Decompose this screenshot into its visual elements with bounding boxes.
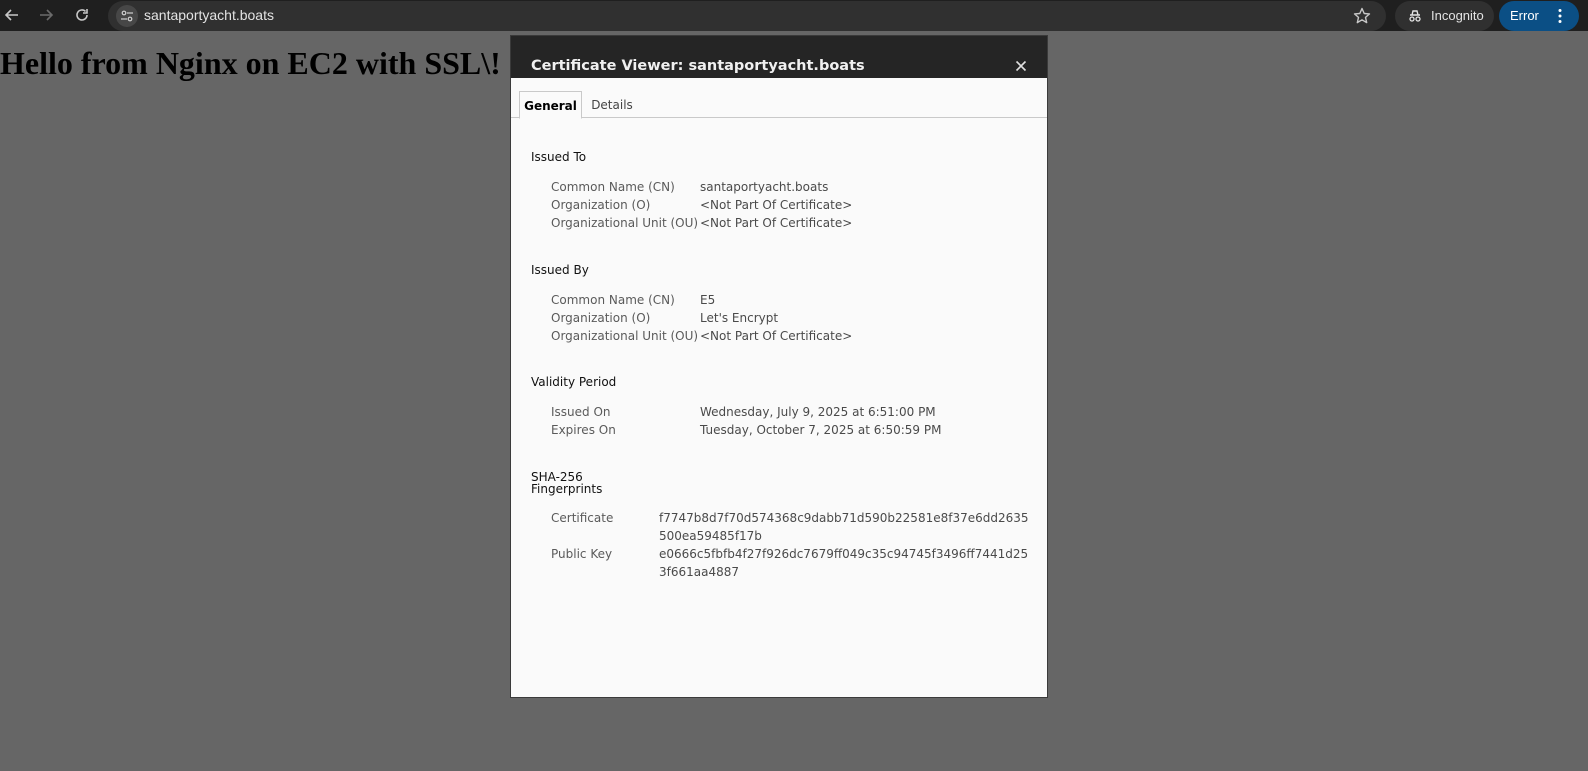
fingerprints-heading-line2: Fingerprints	[531, 482, 603, 496]
issued-to-heading: Issued To	[531, 150, 587, 164]
validity-heading: Validity Period	[531, 375, 617, 389]
issued-to-o-value: <Not Part Of Certificate>	[700, 198, 853, 212]
issued-by-cn-label: Common Name (CN)	[551, 293, 675, 307]
issued-on-value: Wednesday, July 9, 2025 at 6:51:00 PM	[700, 405, 936, 419]
bookmark-star-button[interactable]	[1352, 6, 1372, 26]
url-text[interactable]: santaportyacht.boats	[144, 7, 274, 23]
issued-by-ou-value: <Not Part Of Certificate>	[700, 329, 853, 343]
incognito-label: Incognito	[1431, 8, 1484, 23]
issued-to-ou-label: Organizational Unit (OU)	[551, 216, 699, 230]
close-icon	[1015, 60, 1027, 72]
certificate-viewer-dialog: Certificate Viewer: santaportyacht.boats…	[510, 35, 1048, 698]
issued-by-heading: Issued By	[531, 263, 589, 277]
kebab-menu-icon	[1558, 9, 1562, 23]
tab-details[interactable]: Details	[586, 91, 638, 118]
issued-to-cn-label: Common Name (CN)	[551, 180, 675, 194]
close-button[interactable]	[1011, 56, 1031, 76]
certificate-fingerprint-label: Certificate	[551, 511, 614, 525]
back-arrow-icon	[4, 9, 18, 21]
certificate-fingerprint-value: f7747b8d7f70d574368c9dabb71d590b22581e8f…	[659, 511, 1029, 543]
forward-arrow-icon	[40, 9, 54, 21]
reload-button[interactable]	[70, 3, 94, 27]
forward-button[interactable]	[34, 3, 58, 27]
issued-to-cn-value: santaportyacht.boats	[700, 180, 829, 194]
dialog-header: Certificate Viewer: santaportyacht.boats	[511, 36, 1047, 78]
reload-icon	[76, 9, 88, 21]
issued-on-label: Issued On	[551, 405, 611, 419]
expires-on-value: Tuesday, October 7, 2025 at 6:50:59 PM	[700, 423, 942, 437]
incognito-profile-button[interactable]: Incognito	[1395, 1, 1494, 31]
page-heading: Hello from Nginx on EC2 with SSL\!	[0, 45, 501, 81]
public-key-fingerprint-label: Public Key	[551, 547, 613, 561]
dialog-title: Certificate Viewer: santaportyacht.boats	[531, 58, 865, 74]
incognito-icon	[1409, 10, 1421, 22]
tab-bar: General Details	[511, 91, 1047, 119]
star-icon	[1353, 7, 1371, 24]
tab-general[interactable]: General	[519, 91, 582, 119]
expires-on-label: Expires On	[551, 423, 616, 437]
issued-by-ou-label: Organizational Unit (OU)	[551, 329, 699, 343]
back-button[interactable]	[0, 3, 24, 27]
browser-toolbar: santaportyacht.boats Incognito Error	[0, 0, 1588, 31]
issued-by-o-label: Organization (O)	[551, 311, 651, 325]
site-info-button[interactable]	[116, 5, 138, 27]
address-bar[interactable]: santaportyacht.boats	[108, 1, 1386, 31]
issued-by-cn-value: E5	[700, 293, 716, 307]
issued-by-o-value: Let's Encrypt	[700, 311, 779, 325]
issued-to-o-label: Organization (O)	[551, 198, 651, 212]
public-key-fingerprint-value: e0666c5fbfb4f27f926dc7679ff049c35c94745f…	[659, 547, 1029, 579]
error-label: Error	[1510, 8, 1539, 23]
tune-icon	[121, 10, 133, 22]
issued-to-ou-value: <Not Part Of Certificate>	[700, 216, 853, 230]
error-menu-button[interactable]: Error	[1499, 1, 1579, 31]
